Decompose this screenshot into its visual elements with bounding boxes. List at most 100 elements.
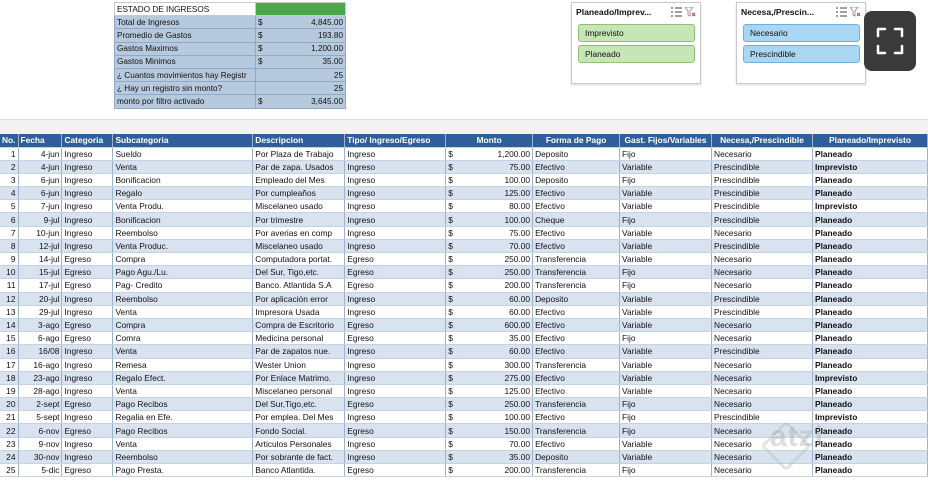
cell-no[interactable]: 21	[0, 410, 19, 425]
cell-tipo[interactable]: Ingreso	[344, 226, 447, 240]
cell-currency[interactable]: $	[445, 344, 458, 359]
cell-fijo-variable[interactable]: Variable	[619, 160, 713, 174]
cell-no[interactable]: 17	[0, 358, 19, 372]
cell-necesario[interactable]: Prescindible	[711, 305, 813, 319]
cell-subcategoria[interactable]: Regalo	[112, 186, 254, 201]
cell-categoria[interactable]: Ingreso	[61, 437, 114, 451]
column-header[interactable]: Subcategoria	[112, 134, 254, 148]
cell-currency[interactable]: $	[445, 147, 458, 161]
summary-label[interactable]: ¿ Cuantos movimientos hay Registr	[114, 67, 256, 83]
cell-currency[interactable]: $	[445, 318, 458, 333]
cell-fecha[interactable]: 15-jul	[18, 265, 63, 280]
cell-planeado[interactable]: Planeado	[812, 397, 928, 412]
cell-planeado[interactable]: Imprevisto	[812, 371, 928, 385]
column-header[interactable]: Planeado/Imprevisto	[812, 134, 928, 148]
cell-subcategoria[interactable]: Pago Recibos	[112, 397, 254, 412]
cell-tipo[interactable]: Egreso	[344, 252, 447, 267]
cell-categoria[interactable]: Egreso	[61, 423, 114, 438]
column-header[interactable]: Necesa,/Prescindible	[711, 134, 813, 148]
cell-tipo[interactable]: Egreso	[344, 397, 447, 412]
cell-subcategoria[interactable]: Reembolso	[112, 226, 254, 240]
cell-descripcion[interactable]: Impresora Usada	[252, 305, 346, 319]
cell-categoria[interactable]: Ingreso	[61, 384, 114, 399]
cell-planeado[interactable]: Planeado	[812, 186, 928, 201]
cell-tipo[interactable]: Ingreso	[344, 371, 447, 385]
cell-subcategoria[interactable]: Venta	[112, 437, 254, 451]
cell-subcategoria[interactable]: Regalo Efect.	[112, 371, 254, 385]
summary-value[interactable]: 25	[268, 81, 346, 96]
cell-necesario[interactable]: Necesario	[711, 318, 813, 333]
cell-planeado[interactable]: Planeado	[812, 265, 928, 280]
cell-tipo[interactable]: Ingreso	[344, 212, 447, 227]
cell-fecha[interactable]: 12-jul	[18, 239, 63, 254]
cell-forma-pago[interactable]: Deposito	[532, 450, 621, 465]
cell-categoria[interactable]: Ingreso	[61, 186, 114, 201]
cell-fijo-variable[interactable]: Fijo	[619, 423, 713, 438]
cell-no[interactable]: 9	[0, 252, 19, 267]
cell-no[interactable]: 20	[0, 397, 19, 412]
cell-fijo-variable[interactable]: Variable	[619, 437, 713, 451]
cell-necesario[interactable]: Necesario	[711, 371, 813, 385]
cell-categoria[interactable]: Egreso	[61, 331, 114, 346]
cell-currency[interactable]: $	[445, 397, 458, 412]
cell-monto[interactable]: 125.00	[457, 186, 534, 201]
summary-currency[interactable]: $	[255, 28, 268, 43]
cell-currency[interactable]: $	[445, 450, 458, 465]
cell-planeado[interactable]: Planeado	[812, 173, 928, 188]
cell-currency[interactable]: $	[445, 278, 458, 293]
cell-fecha[interactable]: 6-ago	[18, 331, 63, 346]
cell-monto[interactable]: 60.00	[457, 292, 534, 306]
cell-forma-pago[interactable]: Efectivo	[532, 160, 621, 174]
cell-tipo[interactable]: Egreso	[344, 278, 447, 293]
clear-filter-icon[interactable]	[849, 6, 861, 17]
summary-value[interactable]: 4,845.00	[268, 15, 346, 30]
cell-necesario[interactable]: Necesario	[711, 147, 813, 161]
cell-fijo-variable[interactable]: Fijo	[619, 397, 713, 412]
summary-label[interactable]: Gastos Minimos	[114, 54, 256, 69]
cell-descripcion[interactable]: Par de zapa. Usados	[252, 160, 346, 174]
cell-currency[interactable]: $	[445, 463, 458, 478]
cell-monto[interactable]: 275.00	[457, 371, 534, 385]
cell-descripcion[interactable]: Medicina personal	[252, 331, 346, 346]
cell-subcategoria[interactable]: Bonificacion	[112, 212, 254, 227]
cell-planeado[interactable]: Imprevisto	[812, 199, 928, 214]
cell-fecha[interactable]: 9-nov	[18, 437, 63, 451]
cell-subcategoria[interactable]: Compra	[112, 318, 254, 333]
cell-subcategoria[interactable]: Regalia en Efe.	[112, 410, 254, 425]
cell-forma-pago[interactable]: Efectivo	[532, 186, 621, 201]
cell-currency[interactable]: $	[445, 331, 458, 346]
cell-forma-pago[interactable]: Efectivo	[532, 239, 621, 254]
summary-currency[interactable]	[255, 81, 268, 96]
cell-monto[interactable]: 80.00	[457, 199, 534, 214]
cell-subcategoria[interactable]: Remesa	[112, 358, 254, 372]
cell-planeado[interactable]: Planeado	[812, 331, 928, 346]
cell-currency[interactable]: $	[445, 371, 458, 385]
cell-necesario[interactable]: Necesario	[711, 384, 813, 399]
cell-tipo[interactable]: Ingreso	[344, 292, 447, 306]
clear-filter-icon[interactable]	[684, 6, 696, 17]
cell-categoria[interactable]: Ingreso	[61, 160, 114, 174]
column-header[interactable]: Monto	[445, 134, 534, 148]
cell-tipo[interactable]: Ingreso	[344, 437, 447, 451]
summary-value[interactable]: 35.00	[268, 54, 346, 69]
cell-categoria[interactable]: Ingreso	[61, 371, 114, 385]
cell-necesario[interactable]: Prescindible	[711, 199, 813, 214]
cell-subcategoria[interactable]: Venta Produ.	[112, 199, 254, 214]
cell-descripcion[interactable]: Banco Atlantida.	[252, 463, 346, 478]
cell-tipo[interactable]: Ingreso	[344, 450, 447, 465]
cell-subcategoria[interactable]: Pago Presta.	[112, 463, 254, 478]
slicer-option-prescindible[interactable]: Prescindible	[743, 45, 860, 63]
cell-forma-pago[interactable]: Transferencia	[532, 463, 621, 478]
cell-forma-pago[interactable]: Efectivo	[532, 331, 621, 346]
cell-monto[interactable]: 200.00	[457, 278, 534, 293]
column-header[interactable]: Forma de Pago	[532, 134, 621, 148]
cell-no[interactable]: 6	[0, 212, 19, 227]
cell-tipo[interactable]: Egreso	[344, 331, 447, 346]
cell-categoria[interactable]: Egreso	[61, 252, 114, 267]
cell-planeado[interactable]: Planeado	[812, 212, 928, 227]
cell-descripcion[interactable]: Por emplea. Del Mes	[252, 410, 346, 425]
cell-necesario[interactable]: Prescindible	[711, 292, 813, 306]
cell-categoria[interactable]: Ingreso	[61, 344, 114, 359]
cell-currency[interactable]: $	[445, 252, 458, 267]
cell-fecha[interactable]: 5-dic	[18, 463, 63, 478]
